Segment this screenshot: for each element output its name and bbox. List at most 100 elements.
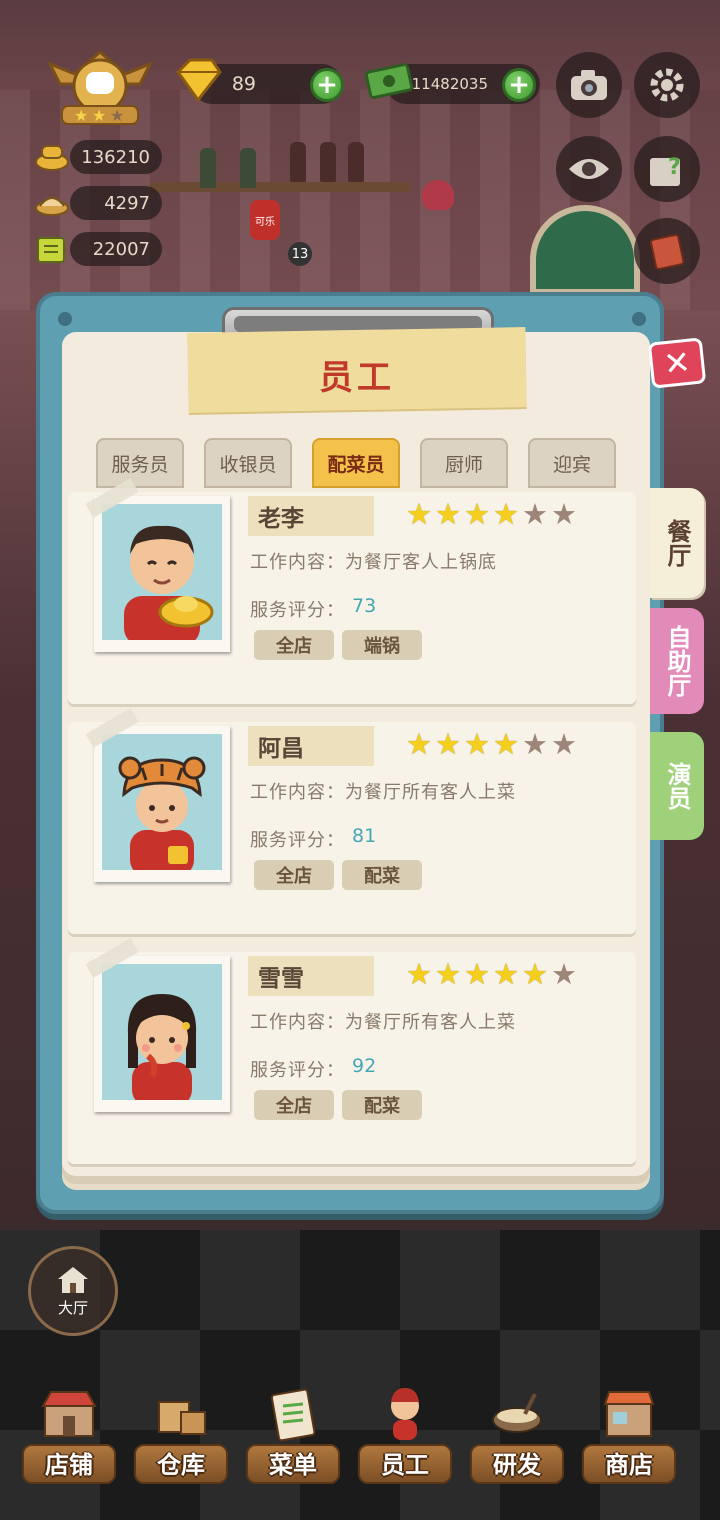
staff-portrait-xuexue xyxy=(127,994,197,1100)
job-prefix: 工作内容： xyxy=(250,552,345,573)
star-filled-icon: ★ xyxy=(522,957,548,991)
star-filled-icon: ★ xyxy=(435,497,461,531)
svg-text:★: ★ xyxy=(74,106,88,125)
resource-counter-2: 4297 xyxy=(70,186,162,220)
tab-chef[interactable]: 厨师 xyxy=(420,438,508,488)
staff-card[interactable]: 阿昌 ★ ★ ★ ★ ★ ★ 工作内容：为餐厅所有客人上菜 服务评分： 81 全店 配菜 xyxy=(68,708,636,934)
cash-amount: 11482035 xyxy=(411,75,488,93)
side-tab-performer[interactable]: 演员 xyxy=(650,732,704,840)
nav-label: 研发 xyxy=(493,1451,541,1479)
bottle-icon xyxy=(348,142,364,182)
tab-waiter[interactable]: 服务员 xyxy=(96,438,184,488)
count-badge: 13 xyxy=(288,242,312,266)
job-description: 工作内容：为餐厅所有客人上菜 xyxy=(250,778,516,804)
nav-label: 店铺 xyxy=(45,1451,93,1479)
tab-cashier[interactable]: 收银员 xyxy=(204,438,292,488)
hall-button[interactable]: 大厅 xyxy=(28,1246,118,1336)
camera-icon xyxy=(571,70,607,100)
add-cash-button[interactable]: + xyxy=(502,68,536,102)
star-filled-icon: ★ xyxy=(435,957,461,991)
resource-value: 4297 xyxy=(104,192,150,214)
resource-counter-3: 22007 xyxy=(70,232,162,266)
staff-portrait-laoli xyxy=(124,525,214,640)
nav-label: 仓库 xyxy=(157,1451,205,1479)
tag-skill: 配菜 xyxy=(342,860,422,890)
score-label: 服务评分： xyxy=(250,600,345,621)
side-tab-restaurant[interactable]: 餐厅 xyxy=(650,488,704,598)
star-filled-icon: ★ xyxy=(406,727,432,761)
star-filled-icon: ★ xyxy=(464,727,490,761)
ticket-icon xyxy=(34,234,70,264)
help-book-icon: ? xyxy=(650,155,681,186)
house-icon xyxy=(58,1266,88,1293)
staff-portrait-achang xyxy=(118,756,206,870)
restaurant-rank-badge[interactable]: ★ ★ ★ xyxy=(40,44,160,128)
nav-label: 菜单 xyxy=(269,1451,317,1479)
job-prefix: 工作内容： xyxy=(250,782,345,803)
star-filled-icon: ★ xyxy=(435,727,461,761)
side-tab-label: 自助厅 xyxy=(663,625,691,697)
cola-sign: 可乐 xyxy=(250,200,280,240)
staff-photo xyxy=(94,956,230,1112)
svg-text:★: ★ xyxy=(110,106,124,125)
shop-icon xyxy=(41,1391,97,1437)
book-icon xyxy=(649,233,685,271)
hall-label: 大厅 xyxy=(57,1298,88,1317)
nav-shop[interactable]: 店铺 xyxy=(14,1380,124,1490)
score-label: 服务评分： xyxy=(250,830,345,851)
score-value: 73 xyxy=(352,595,377,617)
bottle-icon xyxy=(240,148,256,188)
star-empty-icon: ★ xyxy=(551,727,577,761)
view-toggle-button[interactable] xyxy=(556,136,622,202)
nav-menu[interactable]: 菜单 xyxy=(238,1380,348,1490)
resource-value: 22007 xyxy=(92,238,150,260)
star-empty-icon: ★ xyxy=(522,727,548,761)
job-description: 工作内容：为餐厅客人上锅底 xyxy=(250,548,497,574)
help-book-button[interactable]: ? xyxy=(634,136,700,202)
tab-greeter[interactable]: 迎宾 xyxy=(528,438,616,488)
star-filled-icon: ★ xyxy=(464,497,490,531)
job-text: 为餐厅所有客人上菜 xyxy=(345,1012,516,1033)
camera-button[interactable] xyxy=(556,52,622,118)
tag-all-store: 全店 xyxy=(254,1090,334,1120)
panel-rivet xyxy=(632,312,646,326)
star-filled-icon: ★ xyxy=(406,957,432,991)
star-empty-icon: ★ xyxy=(551,957,577,991)
tag-all-store: 全店 xyxy=(254,630,334,660)
tag-all-store: 全店 xyxy=(254,860,334,890)
tag-skill: 配菜 xyxy=(342,1090,422,1120)
settings-button[interactable] xyxy=(634,52,700,118)
photo-background xyxy=(102,964,222,1100)
nav-staff[interactable]: 员工 xyxy=(350,1380,460,1490)
staff-card[interactable]: 雪雪 ★ ★ ★ ★ ★ ★ 工作内容：为餐厅所有客人上菜 服务评分： 92 全店 配菜 xyxy=(68,938,636,1164)
nav-warehouse[interactable]: 仓库 xyxy=(126,1380,236,1490)
star-filled-icon: ★ xyxy=(493,957,519,991)
side-tab-label: 餐厅 xyxy=(663,519,691,567)
staff-name: 阿昌 xyxy=(248,726,374,766)
research-pot-icon xyxy=(492,1393,542,1433)
tab-prep-cook[interactable]: 配菜员 xyxy=(312,438,400,488)
resource-counter-1: 136210 xyxy=(70,140,162,174)
chef-hat-icon xyxy=(34,142,70,172)
star-empty-icon: ★ xyxy=(551,497,577,531)
star-filled-icon: ★ xyxy=(406,497,432,531)
staff-icon xyxy=(391,1388,419,1440)
staff-card[interactable]: 老李 ★ ★ ★ ★ ★ ★ 工作内容：为餐厅客人上锅底 服务评分： 73 全店 端锅 xyxy=(68,478,636,704)
cash-icon xyxy=(364,56,414,104)
nav-label: 商店 xyxy=(605,1451,653,1479)
star-empty-icon: ★ xyxy=(522,497,548,531)
star-rating: ★ ★ ★ ★ ★ ★ xyxy=(406,730,577,759)
nav-store[interactable]: 商店 xyxy=(574,1380,684,1490)
dish-icon xyxy=(34,188,70,218)
add-diamonds-button[interactable]: + xyxy=(310,68,344,102)
photo-background xyxy=(102,504,222,640)
recipe-book-button[interactable] xyxy=(634,218,700,284)
side-tab-buffet[interactable]: 自助厅 xyxy=(650,608,704,714)
bar-shelf xyxy=(150,182,410,192)
photo-background xyxy=(102,734,222,870)
panel-rivet xyxy=(58,312,72,326)
close-button[interactable]: ✕ xyxy=(647,337,707,389)
nav-research[interactable]: 研发 xyxy=(462,1380,572,1490)
panel-title: 员工 xyxy=(319,358,395,398)
score-value: 92 xyxy=(352,1055,377,1077)
